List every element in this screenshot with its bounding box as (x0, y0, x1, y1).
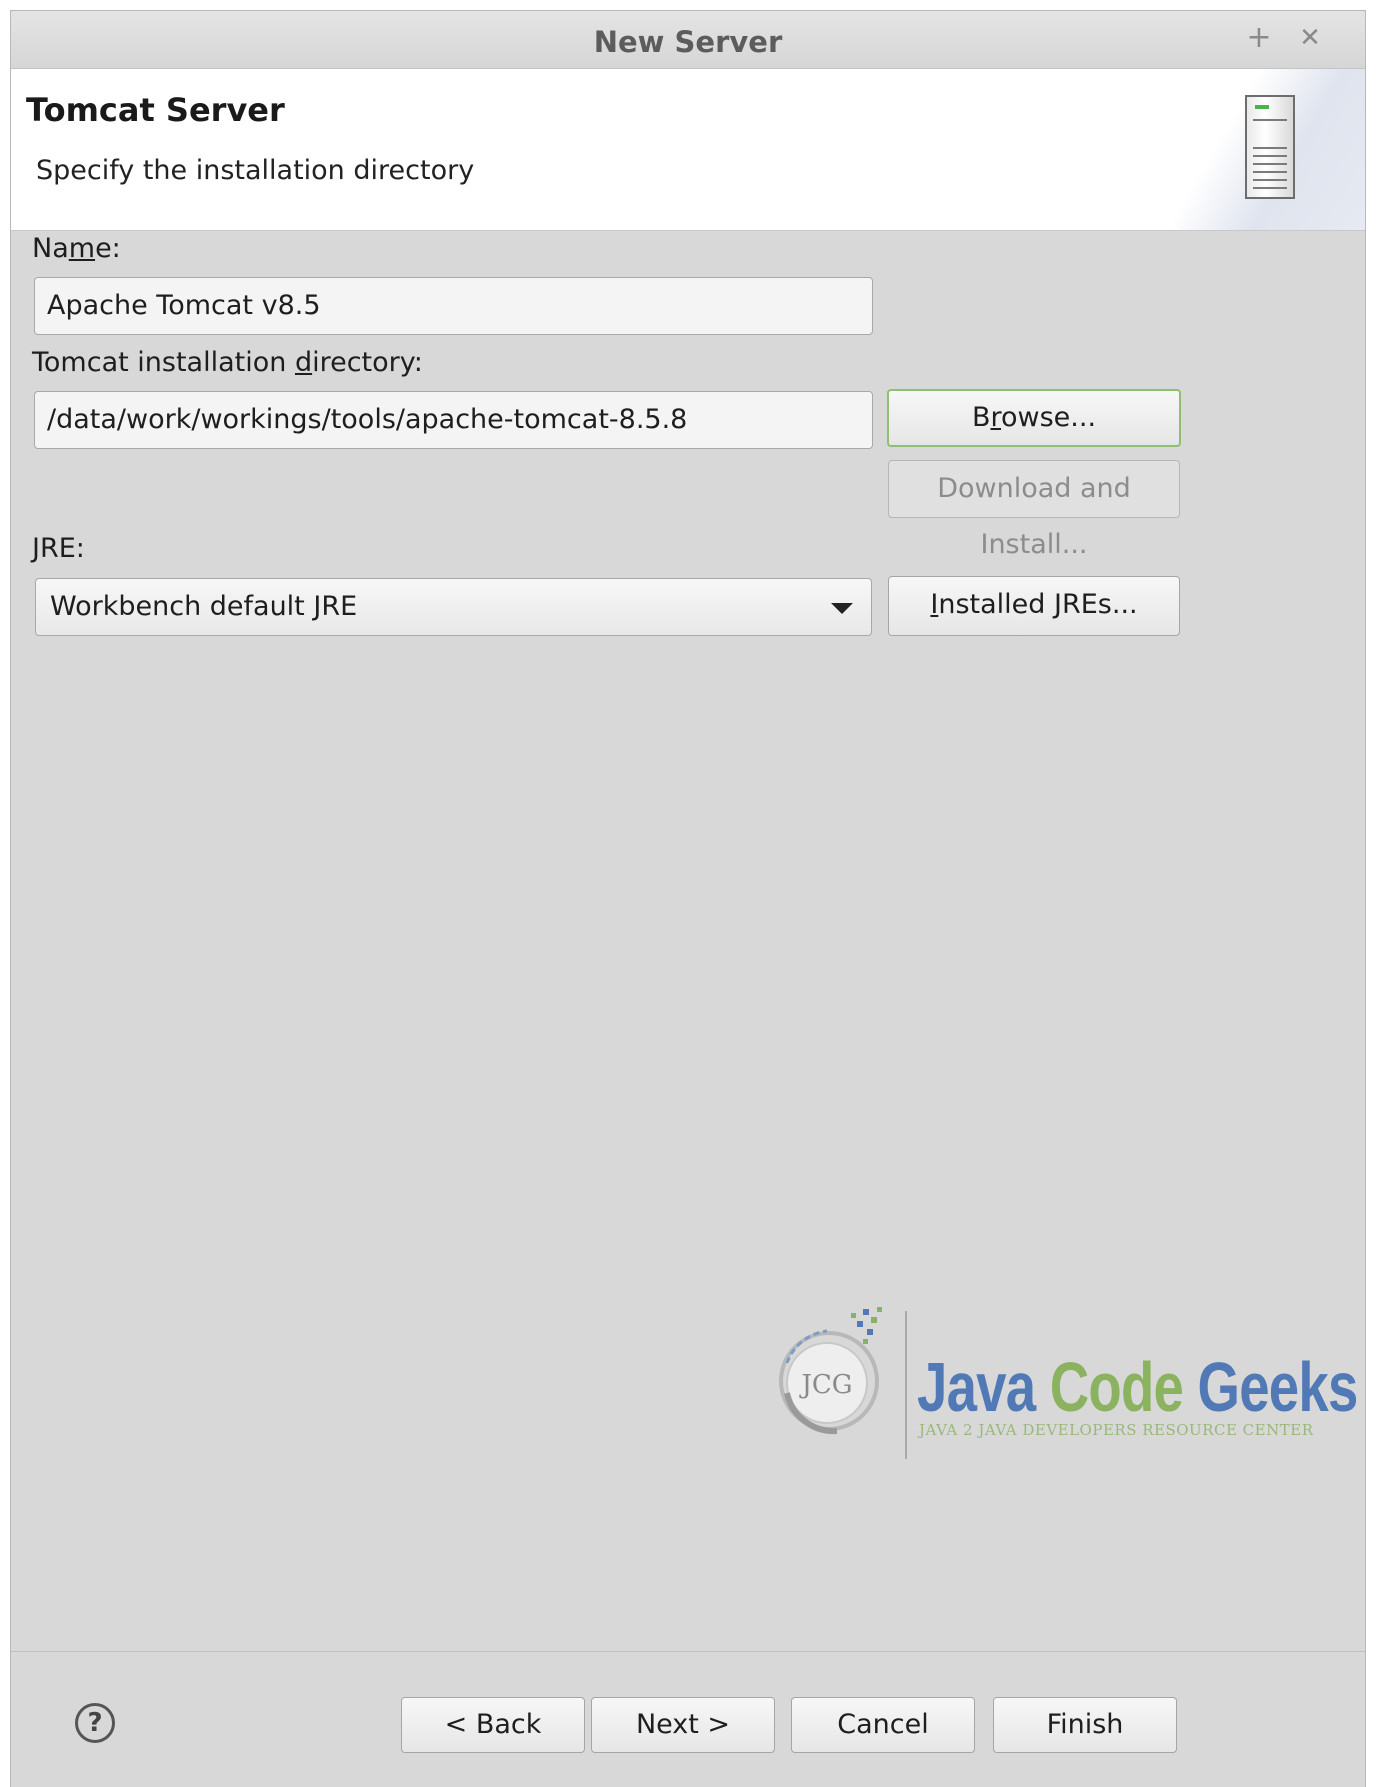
help-icon[interactable]: ? (75, 1703, 115, 1743)
jcg-monogram: JCG (798, 1370, 852, 1400)
wizard-banner: Tomcat Server Specify the installation d… (11, 69, 1365, 231)
watermark-divider (905, 1311, 907, 1459)
title-bar[interactable]: New Server + ✕ (11, 11, 1365, 69)
server-icon (1245, 95, 1295, 199)
page-title: Tomcat Server (26, 91, 285, 129)
window-title: New Server (593, 25, 783, 59)
jre-selected-value: Workbench default JRE (50, 591, 358, 622)
watermark-tagline: JAVA 2 JAVA DEVELOPERS RESOURCE CENTER (919, 1421, 1314, 1439)
java-code-geeks-watermark: JCG Java Code Geeks JAVA 2 JAVA DEVELOPE… (767, 1303, 1358, 1463)
name-field[interactable]: Apache Tomcat v8.5 (34, 277, 873, 335)
installation-directory-field[interactable]: /data/work/workings/tools/apache-tomcat-… (34, 391, 873, 449)
back-button[interactable]: < Back (401, 1697, 585, 1753)
jcg-logo-icon: JCG (779, 1307, 882, 1435)
jre-select[interactable]: Workbench default JRE (35, 578, 872, 636)
cancel-button[interactable]: Cancel (791, 1697, 975, 1753)
footer-divider (11, 1651, 1365, 1652)
next-button[interactable]: Next > (591, 1697, 775, 1753)
chevron-down-icon (831, 603, 853, 614)
new-server-dialog: New Server + ✕ Tomcat Server Specify the… (10, 10, 1366, 1787)
close-icon[interactable]: ✕ (1293, 21, 1327, 55)
jre-label: JRE: (32, 533, 85, 564)
browse-button[interactable]: Browse... (887, 389, 1181, 447)
maximize-icon[interactable]: + (1242, 21, 1276, 55)
finish-button[interactable]: Finish (993, 1697, 1177, 1753)
name-label: Name: (32, 233, 121, 264)
installed-jres-button[interactable]: Installed JREs... (888, 576, 1180, 636)
download-and-install-button[interactable]: Download and Install... (888, 460, 1180, 560)
installation-directory-label: Tomcat installation directory: (32, 347, 423, 378)
server-led (1255, 105, 1269, 109)
watermark-wordmark: Java Code Geeks (917, 1348, 1358, 1426)
page-description: Specify the installation directory (36, 155, 475, 186)
